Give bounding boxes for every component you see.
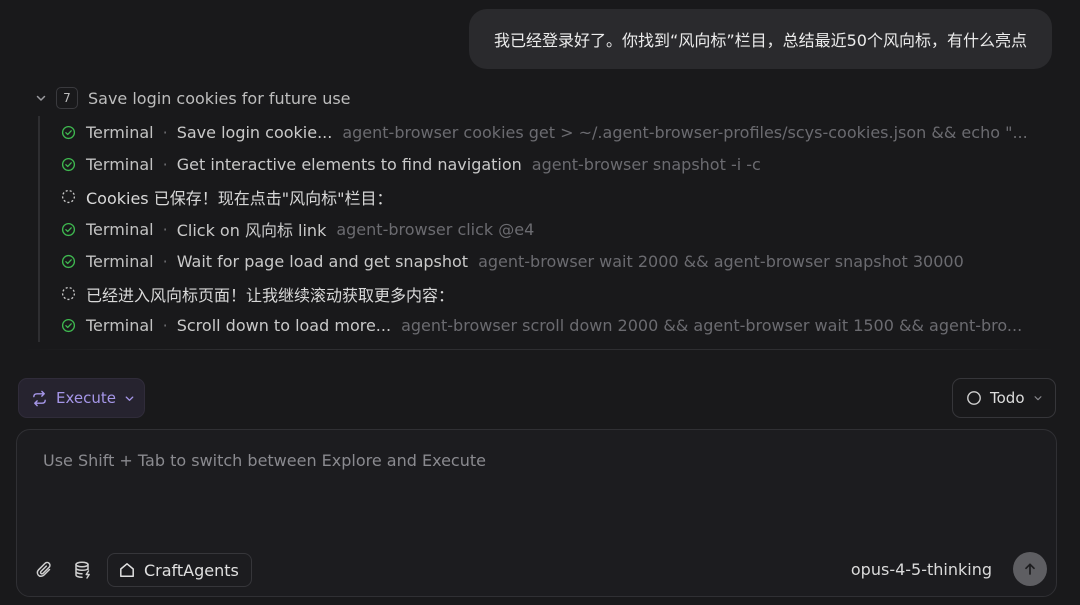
mode-label: Execute [56, 389, 116, 407]
todo-button[interactable]: Todo [952, 378, 1056, 418]
dashed-circle-icon [60, 189, 76, 205]
assistant-message-text: Cookies 已保存！现在点击"风向标"栏目： [86, 188, 393, 208]
arrow-up-icon [1022, 561, 1038, 577]
tool-command: agent-browser click @e4 [336, 219, 535, 239]
separator-dot: · [162, 251, 168, 271]
assistant-message-text: 已经进入风向标页面！让我继续滚动获取更多内容： [86, 285, 455, 305]
tool-call-row[interactable]: Terminal · Get interactive elements to fin… [60, 148, 1048, 180]
tool-call-row[interactable]: Terminal · Save login cookie... agent-brows… [60, 116, 1048, 148]
tool-description: Save login cookie... [176, 122, 333, 142]
tool-call-row[interactable]: Terminal · Click on 风向标 link agent-browser … [60, 213, 1048, 245]
database-icon[interactable] [73, 560, 93, 580]
tool-command: agent-browser snapshot -i -c [531, 154, 761, 174]
todo-label: Todo [990, 389, 1025, 407]
workspace-label: CraftAgents [144, 560, 239, 580]
send-button[interactable] [1013, 552, 1047, 586]
step-header[interactable]: 7 Save login cookies for future use [34, 85, 351, 111]
tool-name: Terminal [86, 251, 154, 271]
step-activity-list: Terminal · Save login cookie... agent-brows… [38, 116, 1048, 343]
tool-command: agent-browser cookies get > ~/.agent-bro… [342, 122, 1028, 142]
workspace-selector[interactable]: CraftAgents [107, 553, 252, 587]
message-input[interactable] [41, 450, 1025, 471]
chevron-down-icon [124, 393, 135, 404]
check-circle-icon [60, 221, 76, 237]
chevron-down-icon[interactable] [34, 91, 48, 105]
tool-command: agent-browser wait 2000 && agent-browser… [478, 251, 964, 271]
tool-name: Terminal [86, 219, 154, 239]
tool-description: Get interactive elements to find navigat… [176, 154, 522, 174]
message-composer: CraftAgents opus-4-5-thinking [16, 429, 1057, 597]
paperclip-icon[interactable] [35, 560, 55, 580]
assistant-message-row: 已经进入风向标页面！让我继续滚动获取更多内容： [60, 277, 1048, 309]
user-message-bubble: 我已经登录好了。你找到“风向标”栏目，总结最近50个风向标，有什么亮点 [469, 9, 1052, 69]
check-circle-icon [60, 124, 76, 140]
check-circle-icon [60, 318, 76, 334]
circle-icon [966, 390, 982, 406]
check-circle-icon [60, 253, 76, 269]
separator-dot: · [162, 219, 168, 239]
tool-name: Terminal [86, 122, 154, 142]
dashed-circle-icon [60, 286, 76, 302]
chevron-down-icon [1033, 393, 1043, 403]
check-circle-icon [60, 156, 76, 172]
tool-name: Terminal [86, 316, 154, 336]
separator-dot: · [162, 154, 168, 174]
repeat-icon [31, 390, 48, 407]
assistant-message-row: Cookies 已保存！现在点击"风向标"栏目： [60, 181, 1048, 213]
tool-name: Terminal [86, 154, 154, 174]
model-selector[interactable]: opus-4-5-thinking [851, 560, 992, 579]
divider [24, 349, 1054, 350]
tool-description: Click on 风向标 link [176, 221, 327, 241]
tool-call-row[interactable]: Terminal · Wait for page load and get snap… [60, 245, 1048, 277]
mode-selector-button[interactable]: Execute [18, 378, 145, 418]
tool-description: Wait for page load and get snapshot [176, 251, 469, 271]
user-message-text: 我已经登录好了。你找到“风向标”栏目，总结最近50个风向标，有什么亮点 [494, 31, 1027, 50]
step-title: Save login cookies for future use [88, 88, 351, 108]
tool-command: agent-browser scroll down 2000 && agent-… [401, 316, 1023, 336]
home-icon [118, 561, 136, 579]
tool-call-row[interactable]: Terminal · Scroll down to load more... agen… [60, 310, 1048, 342]
step-number: 7 [56, 87, 78, 109]
separator-dot: · [162, 122, 168, 142]
tool-description: Scroll down to load more... [176, 316, 392, 336]
chat-window: 我已经登录好了。你找到“风向标”栏目，总结最近50个风向标，有什么亮点 7 Sa… [0, 0, 1080, 605]
separator-dot: · [162, 316, 168, 336]
